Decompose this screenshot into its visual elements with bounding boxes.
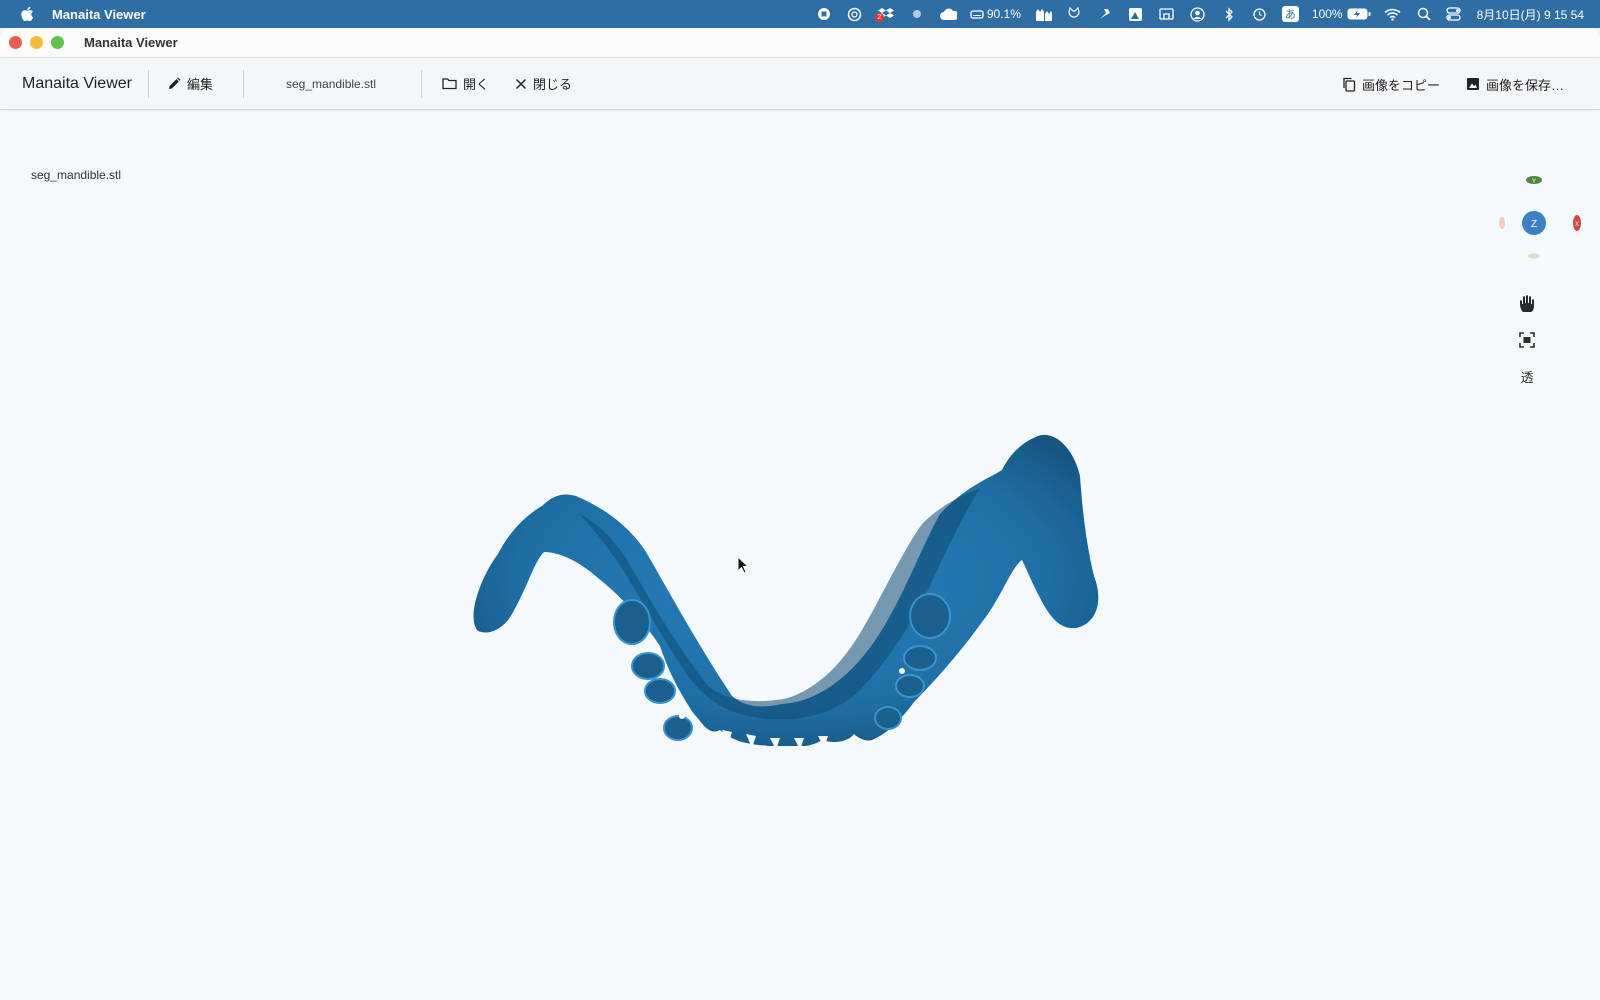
macos-menubar: Manaita Viewer 2 90.1% あ 100% 8月10日(月) 9… <box>0 0 1600 28</box>
dropbox-icon[interactable]: 2 <box>874 6 895 22</box>
window-title: Manaita Viewer <box>84 35 178 50</box>
wifi-icon[interactable] <box>1384 6 1402 22</box>
disk-icon: 90.1% <box>970 6 1021 22</box>
input-method-indicator[interactable]: あ <box>1281 6 1299 22</box>
gizmo-x-label: X <box>1575 222 1579 228</box>
save-image-label: 画像を保存… <box>1485 77 1564 93</box>
edit-button[interactable]: 編集 <box>167 74 213 93</box>
control-center-icon[interactable] <box>1446 6 1464 22</box>
copy-icon <box>1343 77 1356 92</box>
transparency-toggle[interactable]: 透 <box>1514 363 1540 389</box>
toolbar-divider <box>147 69 149 98</box>
viewport-side-tools: 透 <box>1514 291 1540 389</box>
close-label: 閉じる <box>533 77 573 92</box>
copy-image-button[interactable]: 画像をコピー <box>1342 75 1440 94</box>
image-app-icon[interactable] <box>1127 6 1145 22</box>
battery-percent-text: 100% <box>1311 7 1343 21</box>
cloud-icon[interactable] <box>939 6 957 22</box>
mandible-mesh[interactable] <box>470 346 1130 746</box>
tool-icon[interactable] <box>1096 6 1114 22</box>
app-window: Manaita Viewer Manaita Viewer 編集 seg_man… <box>0 28 1600 1000</box>
copy-image-label: 画像をコピー <box>1361 77 1440 93</box>
time-machine-icon[interactable] <box>1251 6 1269 22</box>
toolbar-right-group: 画像をコピー 画像を保存… <box>1342 58 1564 110</box>
screen-record-icon[interactable] <box>815 6 833 22</box>
menubar-app-name[interactable]: Manaita Viewer <box>52 7 146 22</box>
folder-icon <box>442 78 457 90</box>
current-file-name: seg_mandible.stl <box>286 76 377 91</box>
gizmo-y-label: Y <box>1532 179 1536 185</box>
close-icon <box>515 78 527 89</box>
bluetooth-icon[interactable] <box>1220 6 1238 22</box>
minimize-window-button[interactable] <box>30 36 43 49</box>
spotlight-search-icon[interactable] <box>1415 6 1433 22</box>
status-dot-icon[interactable] <box>908 6 926 22</box>
mouse-cursor-icon <box>737 556 749 574</box>
save-image-button[interactable]: 画像を保存… <box>1466 75 1564 94</box>
gizmo-neg-x-axis[interactable] <box>1499 217 1505 229</box>
gizmo-neg-y-axis[interactable] <box>1528 253 1540 259</box>
disk-usage-text: 90.1% <box>986 7 1021 21</box>
open-button[interactable]: 開く <box>442 74 489 93</box>
viewport-file-label: seg_mandible.stl <box>31 168 122 182</box>
dropbox-badge: 2 <box>874 13 884 22</box>
zoom-window-button[interactable] <box>51 36 64 49</box>
battery-indicator[interactable]: 100% <box>1312 6 1371 22</box>
image-icon <box>1466 78 1479 90</box>
gizmo-z-label: Z <box>1531 219 1537 230</box>
fit-view-icon[interactable] <box>1514 327 1540 353</box>
toolbar-divider <box>243 69 244 98</box>
window-controls <box>9 36 64 49</box>
cats-icon[interactable] <box>1034 6 1052 22</box>
user-account-icon[interactable] <box>1189 6 1207 22</box>
3d-viewport[interactable]: seg_mandible.stl Z Y X 透 <box>0 111 1600 1000</box>
orientation-gizmo[interactable]: Z Y X <box>1470 151 1590 271</box>
open-label: 開く <box>463 77 490 92</box>
menubar-status-area: 2 90.1% あ 100% 8月10日(月) 9 15 54 <box>815 0 1584 28</box>
chatgpt-icon[interactable] <box>846 6 864 22</box>
cat-face-icon[interactable] <box>1065 6 1083 22</box>
edit-label: 編集 <box>186 77 213 92</box>
window-titlebar[interactable]: Manaita Viewer <box>0 28 1600 58</box>
app-toolbar: Manaita Viewer 編集 seg_mandible.stl 開く 閉じ… <box>0 58 1600 110</box>
close-window-button[interactable] <box>9 36 22 49</box>
menubar-clock[interactable]: 8月10日(月) 9 15 54 <box>1477 6 1584 23</box>
display-icon[interactable] <box>1158 6 1176 22</box>
app-brand: Manaita Viewer <box>22 74 132 92</box>
close-file-button[interactable]: 閉じる <box>515 74 572 93</box>
hand-icon[interactable] <box>1514 291 1540 317</box>
toolbar-divider <box>421 69 422 98</box>
pencil-icon <box>168 77 181 89</box>
apple-menu-icon[interactable] <box>18 5 36 23</box>
